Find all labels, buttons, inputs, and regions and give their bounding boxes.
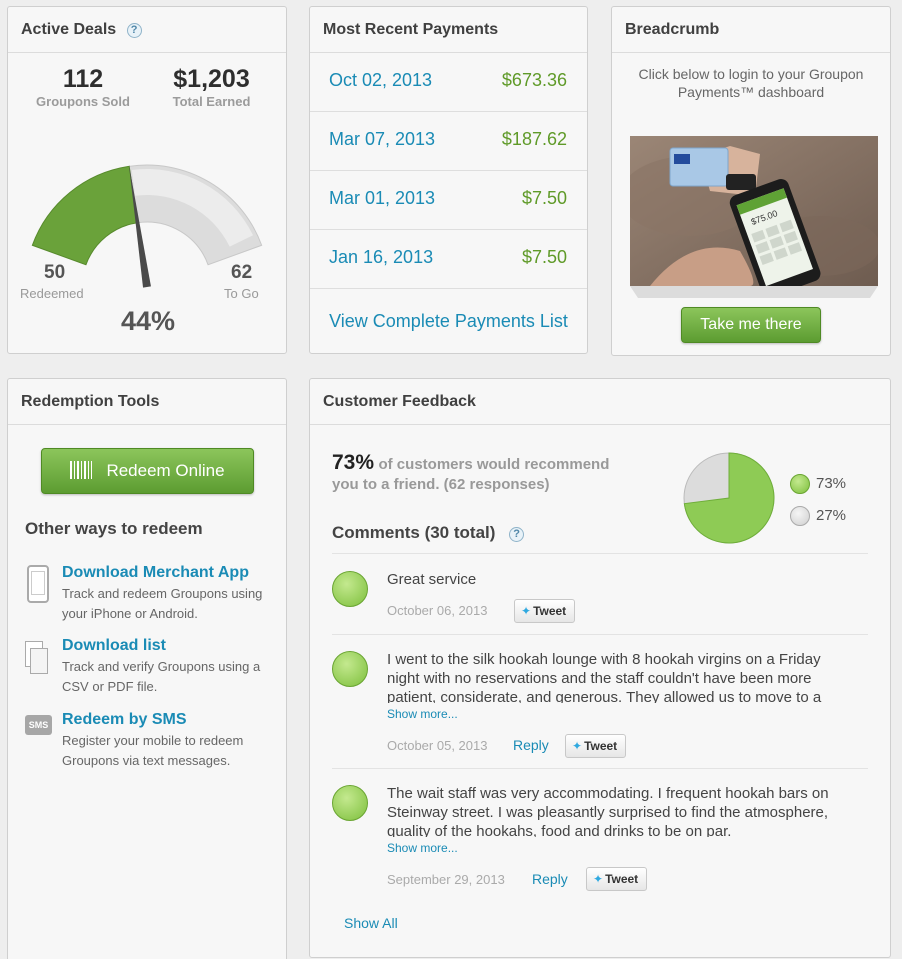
payment-row[interactable]: Mar 01, 2013 $7.50 xyxy=(310,171,587,230)
tweet-label: Tweet xyxy=(533,604,567,618)
recommend-text: of customers would recommend xyxy=(378,456,610,473)
comment-date: October 05, 2013 xyxy=(387,738,488,753)
payment-amount: $673.36 xyxy=(501,70,567,90)
redemption-tools-header: Redemption Tools xyxy=(8,379,286,425)
total-earned-stat: $1,203 Total Earned xyxy=(154,65,269,109)
neutral-face-icon xyxy=(790,506,810,526)
comment-item: The wait staff was very accommodating. I… xyxy=(332,768,868,902)
payments-title: Most Recent Payments xyxy=(323,21,499,38)
payment-amount: $7.50 xyxy=(521,188,567,208)
groupons-sold-value: 112 xyxy=(62,65,104,93)
twitter-bird-icon: ✦ xyxy=(593,872,604,886)
happy-face-icon xyxy=(332,571,368,607)
active-deals-panel: Active Deals ? 112 Groupons Sold $1,203 … xyxy=(7,6,287,354)
redeem-online-button[interactable]: Redeem Online xyxy=(41,448,254,494)
total-earned-label: Total Earned xyxy=(172,94,251,109)
redeem-online-label: Redeem Online xyxy=(106,461,225,480)
twitter-bird-icon: ✦ xyxy=(521,604,532,618)
card-reader-photo: $75.00 xyxy=(630,136,878,298)
recommend-text-line2: you to a friend. (62 responses) xyxy=(332,476,550,493)
redeemed-value: 50 xyxy=(44,262,66,283)
take-me-there-button[interactable]: Take me there xyxy=(681,307,821,343)
breadcrumb-panel: Breadcrumb Click below to login to your … xyxy=(611,6,891,356)
happy-face-icon xyxy=(332,785,368,821)
active-deals-title: Active Deals xyxy=(21,21,117,38)
happy-face-icon xyxy=(332,651,368,687)
comments-header: Comments (30 total) ? xyxy=(332,523,525,543)
reply-link[interactable]: Reply xyxy=(513,737,549,753)
redeem-sms-link[interactable]: Redeem by SMS xyxy=(62,711,186,729)
payment-row[interactable]: Mar 07, 2013 $187.62 xyxy=(310,112,587,171)
comment-date: September 29, 2013 xyxy=(387,872,505,887)
help-icon[interactable]: ? xyxy=(126,23,142,38)
recommend-summary: 73% of customers would recommend xyxy=(332,451,652,475)
groupons-sold-stat: 112 Groupons Sold xyxy=(22,65,144,109)
redeemed-percent: 44% xyxy=(120,306,176,336)
groupons-sold-label: Groupons Sold xyxy=(36,94,130,109)
happy-face-icon xyxy=(790,474,810,494)
download-app-description: Track and redeem Groupons using your iPh… xyxy=(62,586,263,621)
twitter-bird-icon: ✦ xyxy=(572,739,583,753)
tweet-button[interactable]: ✦ Tweet xyxy=(586,867,648,891)
breadcrumb-description: Click below to login to your Groupon Pay… xyxy=(638,66,864,100)
payment-date: Mar 01, 2013 xyxy=(329,188,436,208)
total-earned-value: $1,203 xyxy=(173,65,250,93)
payment-date: Jan 16, 2013 xyxy=(329,247,434,267)
help-icon[interactable]: ? xyxy=(509,527,525,542)
barcode-icon xyxy=(70,461,93,479)
show-more-link[interactable]: Show more... xyxy=(387,841,458,855)
show-all-link[interactable]: Show All xyxy=(344,915,398,931)
payment-row[interactable]: Oct 02, 2013 $673.36 xyxy=(310,53,587,112)
comment-item: I went to the silk hookah lounge with 8 … xyxy=(332,634,868,768)
sms-icon: SMS xyxy=(25,715,52,735)
phone-icon xyxy=(27,565,49,603)
redemption-tools-panel: Redemption Tools Redeem Online Other way… xyxy=(7,378,287,959)
comment-text: The wait staff was very accommodating. I… xyxy=(387,785,829,837)
customer-feedback-title: Customer Feedback xyxy=(323,393,476,410)
reply-link[interactable]: Reply xyxy=(532,871,568,887)
feedback-pie-chart xyxy=(683,452,775,544)
redeemed-label: Redeemed xyxy=(20,286,84,301)
to-go-value: 62 xyxy=(231,262,253,283)
neutral-percent: 27% xyxy=(816,507,847,524)
comment-item: Great service October 06, 2013 ✦ Tweet xyxy=(332,553,868,635)
download-app-link[interactable]: Download Merchant App xyxy=(62,564,249,582)
payment-row[interactable]: Jan 16, 2013 $7.50 xyxy=(310,230,587,289)
payment-date: Mar 07, 2013 xyxy=(329,129,436,149)
download-list-description: Track and verify Groupons using a CSV or… xyxy=(62,659,261,694)
positive-percent: 73% xyxy=(816,475,847,492)
document-icon xyxy=(25,641,49,677)
tweet-button[interactable]: ✦ Tweet xyxy=(565,734,627,758)
customer-feedback-header: Customer Feedback xyxy=(310,379,890,425)
redeem-sms-description: Register your mobile to redeem Groupons … xyxy=(62,733,244,768)
comment-date: October 06, 2013 xyxy=(387,603,488,618)
breadcrumb-title: Breadcrumb xyxy=(625,21,720,38)
payment-date: Oct 02, 2013 xyxy=(329,70,433,90)
tweet-label: Tweet xyxy=(584,739,618,753)
show-more-link[interactable]: Show more... xyxy=(387,707,458,721)
payments-header: Most Recent Payments xyxy=(310,7,587,53)
breadcrumb-header: Breadcrumb xyxy=(612,7,890,53)
comments-title: Comments (30 total) xyxy=(332,523,496,542)
to-go-label: To Go xyxy=(224,286,259,301)
redemption-tools-title: Redemption Tools xyxy=(21,393,160,410)
active-deals-header: Active Deals ? xyxy=(8,7,286,53)
other-ways-title: Other ways to redeem xyxy=(25,519,203,538)
comment-text: Great service xyxy=(387,571,477,588)
customer-feedback-panel: Customer Feedback 73% of customers would… xyxy=(309,378,891,958)
payments-panel: Most Recent Payments Oct 02, 2013 $673.3… xyxy=(309,6,588,354)
payment-amount: $187.62 xyxy=(501,129,567,149)
tweet-label: Tweet xyxy=(605,872,639,886)
comment-text: I went to the silk hookah lounge with 8 … xyxy=(387,651,822,703)
payment-amount: $7.50 xyxy=(521,247,567,267)
view-payments-link[interactable]: View Complete Payments List xyxy=(310,311,587,332)
tweet-button[interactable]: ✦ Tweet xyxy=(514,599,576,623)
recommend-percent: 73% xyxy=(332,451,375,474)
download-list-link[interactable]: Download list xyxy=(62,637,166,655)
gauge-redeemed-arc xyxy=(31,165,139,266)
